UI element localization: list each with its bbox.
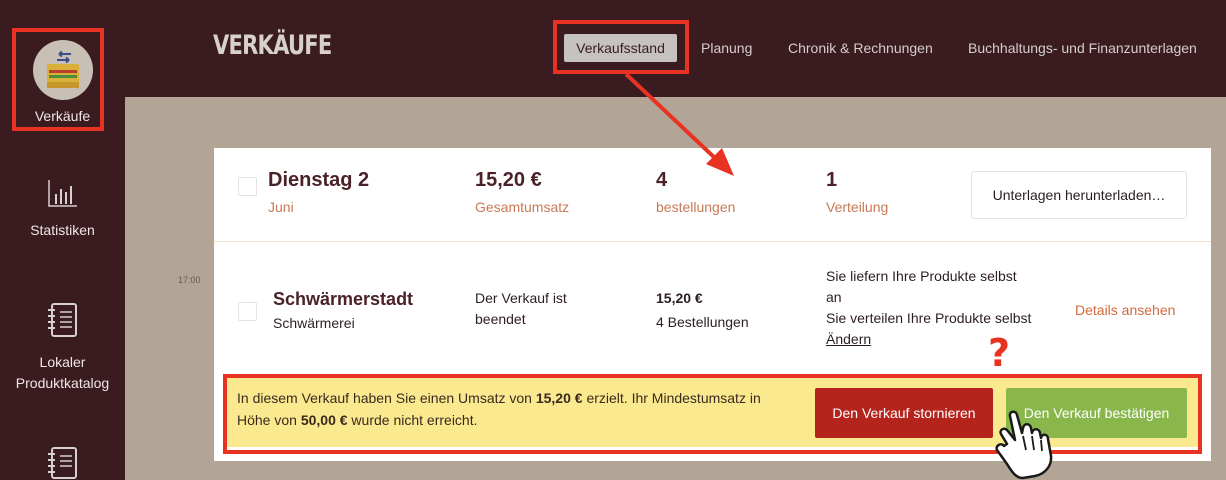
timestamp: 17:00 — [178, 275, 201, 285]
top-bar: VERKÄUFE Verkaufsstand Planung Chronik &… — [125, 0, 1226, 97]
page-title: VERKÄUFE — [213, 30, 332, 61]
month-label: Juni — [268, 199, 294, 215]
sidebar-item-statistiken[interactable]: Statistiken — [0, 178, 125, 241]
sale-status: Der Verkauf ist beendet — [475, 290, 567, 327]
day-label: Dienstag 2 — [268, 169, 370, 191]
sidebar-item-label: Verkäufe — [34, 108, 91, 124]
sale-orders: 4 Bestellungen — [656, 314, 749, 330]
download-documents-button[interactable]: Unterlagen herunterladen… — [971, 171, 1187, 219]
bar-chart-icon — [0, 178, 125, 220]
question-mark-annotation: ? — [988, 331, 1011, 375]
total-revenue: 15,20 € — [475, 169, 542, 191]
sale-location: Schwärmerstadt — [273, 289, 414, 309]
sidebar-item-produktkatalog[interactable]: Lokaler Produktkatalog — [0, 302, 125, 394]
sale-row: Schwärmerstadt Schwärmerei Der Verkauf i… — [214, 243, 1211, 370]
warning-text: In diesem Verkauf haben Sie einen Umsatz… — [237, 390, 761, 428]
tab-planung[interactable]: Planung — [701, 40, 752, 56]
order-count-label: bestellungen — [656, 199, 736, 215]
select-day-checkbox[interactable] — [238, 177, 257, 196]
sale-host: Schwärmerei — [273, 315, 355, 331]
details-link[interactable]: Details ansehen — [1075, 302, 1175, 318]
sales-icon — [32, 40, 93, 100]
sidebar: Verkäufe Statistiken Lokaler Produktkata… — [0, 0, 125, 480]
hand-cursor-icon — [995, 410, 1053, 480]
tab-chronik-rechnungen[interactable]: Chronik & Rechnungen — [788, 40, 933, 56]
order-count: 4 — [656, 169, 668, 191]
tab-verkaufsstand[interactable]: Verkaufsstand — [564, 34, 677, 62]
distribution-count: 1 — [826, 169, 838, 191]
sidebar-item-verkaeufe[interactable]: Verkäufe — [0, 40, 125, 127]
total-revenue-label: Gesamtumsatz — [475, 199, 570, 215]
day-summary: Dienstag 2 Juni 15,20 € Gesamtumsatz 4 b… — [214, 148, 1211, 242]
select-sale-checkbox[interactable] — [238, 302, 257, 321]
sidebar-item-katalog-2[interactable] — [0, 446, 125, 480]
distribution-label: Verteilung — [826, 199, 889, 215]
sidebar-item-label: Produktkatalog — [15, 375, 110, 391]
cancel-sale-button[interactable]: Den Verkauf stornieren — [815, 388, 993, 438]
tab-buchhaltung[interactable]: Buchhaltungs- und Finanzunterlagen — [968, 40, 1197, 56]
notebook-icon — [0, 302, 125, 352]
sidebar-item-label: Statistiken — [30, 222, 95, 238]
notebook-icon — [0, 446, 125, 480]
sale-amount: 15,20 € — [656, 290, 703, 306]
sidebar-item-label: Lokaler — [39, 354, 86, 370]
